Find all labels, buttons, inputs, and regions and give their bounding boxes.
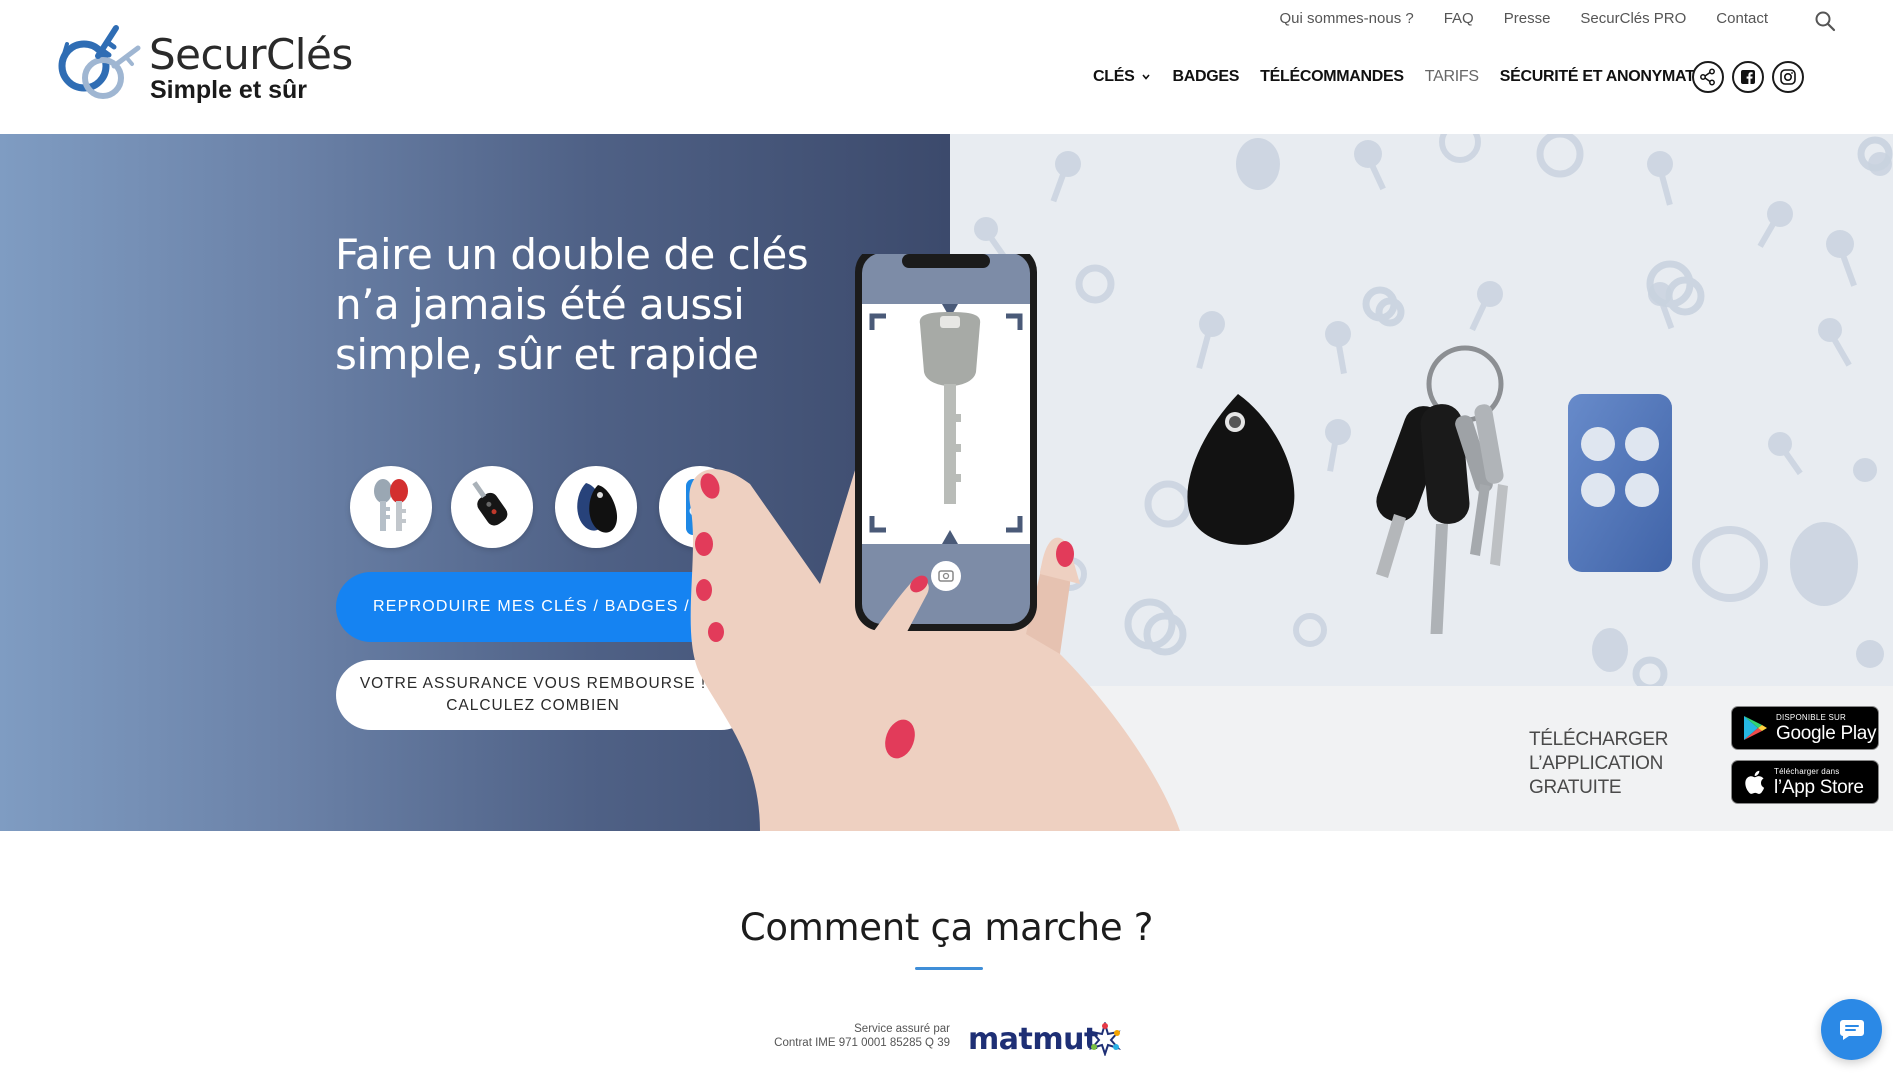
matmut-logo: matmut — [968, 1022, 1098, 1057]
social-links — [1692, 61, 1804, 93]
keys-icon[interactable] — [350, 466, 432, 548]
logo-keys-icon — [58, 25, 141, 99]
insurance-line2: CALCULEZ COMBIEN — [446, 697, 620, 714]
apple-icon — [1745, 770, 1765, 794]
chevron-down-icon — [1142, 74, 1151, 80]
facebook-icon[interactable] — [1732, 61, 1764, 93]
search-icon[interactable] — [1814, 10, 1836, 32]
car-key-icon[interactable] — [451, 466, 533, 548]
partner-line1: Service assuré par — [854, 1023, 950, 1035]
google-play-icon — [1744, 716, 1767, 740]
chat-bubble-icon — [1839, 1019, 1864, 1040]
partner-line2: Contrat IME 971 0001 85285 Q 39 — [774, 1037, 950, 1049]
main-nav-badges[interactable]: BADGES — [1172, 68, 1239, 86]
google-play-button[interactable]: DISPONIBLE SUR Google Play — [1731, 706, 1879, 750]
google-play-small-text: DISPONIBLE SUR — [1776, 712, 1846, 722]
chat-button[interactable] — [1821, 999, 1882, 1060]
top-nav-about[interactable]: Qui sommes-nous ? — [1265, 9, 1429, 29]
main-nav-keys-label: CLÉS — [1093, 68, 1135, 85]
hero-section: Faire un double de clés n’a jamais été a… — [0, 134, 1893, 831]
partner-text: Service assuré par Contrat IME 971 0001 … — [774, 1022, 950, 1050]
top-nav: Qui sommes-nous ? FAQ Presse SecurClés P… — [1265, 9, 1784, 29]
app-store-small-text: Télécharger dans — [1774, 766, 1840, 776]
site-header: SecurClés Simple et sûr Qui sommes-nous … — [0, 0, 1893, 134]
title-underline — [915, 967, 983, 970]
how-it-works-title: Comment ça marche ? — [739, 906, 1154, 949]
top-nav-pro[interactable]: SecurClés PRO — [1565, 9, 1701, 29]
brand-tagline: Simple et sûr — [150, 76, 307, 104]
app-store-button[interactable]: Télécharger dans l’App Store — [1731, 760, 1879, 804]
download-app-text: TÉLÉCHARGER L’APPLICATION GRATUITE — [1529, 728, 1669, 800]
insurer-partner: Service assuré par Contrat IME 971 0001 … — [740, 1022, 1122, 1062]
top-nav-contact[interactable]: Contact — [1701, 9, 1783, 29]
main-nav-keys[interactable]: CLÉS — [1093, 68, 1151, 86]
app-store-label: l’App Store — [1774, 776, 1864, 798]
matmut-star-icon — [1088, 1022, 1122, 1056]
main-nav: CLÉS BADGES TÉLÉCOMMANDES TARIFS SÉCURIT… — [1093, 68, 1716, 86]
instagram-icon[interactable] — [1772, 61, 1804, 93]
top-nav-faq[interactable]: FAQ — [1429, 9, 1489, 29]
download-line3: GRATUITE — [1529, 777, 1622, 798]
main-nav-remotes[interactable]: TÉLÉCOMMANDES — [1260, 68, 1404, 86]
share-icon[interactable] — [1692, 61, 1724, 93]
download-line1: TÉLÉCHARGER — [1529, 729, 1669, 750]
main-nav-security[interactable]: SÉCURITÉ ET ANONYMAT — [1500, 68, 1695, 86]
main-nav-pricing[interactable]: TARIFS — [1425, 68, 1479, 86]
badge-icon[interactable] — [555, 466, 637, 548]
brand-name: SecurClés — [149, 30, 353, 79]
top-nav-press[interactable]: Presse — [1489, 9, 1566, 29]
site-logo[interactable]: SecurClés Simple et sûr — [54, 22, 353, 108]
download-line2: L’APPLICATION — [1529, 753, 1664, 774]
products-illustration — [1187, 345, 1672, 634]
google-play-label: Google Play — [1776, 722, 1877, 744]
